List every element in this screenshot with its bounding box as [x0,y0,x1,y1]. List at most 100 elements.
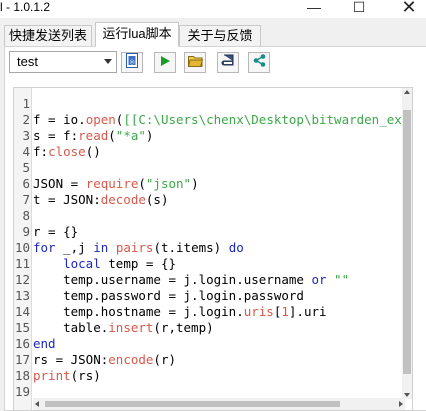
code-token: for [33,240,56,255]
code-token: uris [243,304,274,319]
code-line: for _,j in pairs(t.items) do [33,240,244,256]
line-number: 3 [22,128,30,143]
tab-run-lua-script[interactable]: 运行lua脚本 [95,22,179,47]
line-number: 5 [22,160,30,175]
play-icon [159,54,171,72]
code-token: temp.password = j.login.password [33,288,304,303]
line-number-gutter: 1 2 3 4 5 6 7 8 9 10 11 12 13 14 15 16 17 18 19 [14,88,32,410]
code-token: do [228,240,244,255]
code-line: t = JSON:decode(s) [33,192,168,208]
chevron-down-icon [104,59,112,64]
line-number: 11 [14,256,30,271]
window-title: l - 1.0.1.2 [0,0,51,14]
code-token: insert [108,320,154,335]
code-token: [[C:\Users\chenx\Desktop\bitwarden_ex [123,112,402,127]
line-number: 13 [14,288,30,303]
code-line: rs = JSON:encode(r) [33,352,176,368]
vertical-scrollbar[interactable] [402,88,412,399]
scroll-up-icon[interactable] [404,90,410,94]
title-bar: l - 1.0.1.2 — ☐ ✕ [0,0,426,18]
code-editor[interactable]: 1 2 3 4 5 6 7 8 9 10 11 12 13 14 15 16 17 18 19 f = io.ope… [13,87,413,411]
code-token: pairs [115,240,154,255]
line-number: 15 [14,320,30,335]
run-button[interactable] [154,52,176,73]
code-token: or [311,272,327,287]
code-token: in [93,240,109,255]
code-token: s = f: [33,128,79,143]
minimize-button[interactable]: — [300,0,328,16]
code-token: (r) [153,352,176,367]
code-token: (t.items) [153,240,229,255]
line-number: 4 [22,144,30,159]
tab-quick-send-list[interactable]: 快捷发送列表 [4,25,92,47]
docs-button[interactable] [217,52,239,73]
code-token: rs = JSON: [33,352,109,367]
code-token: temp = {} [100,256,177,271]
code-token: close [48,144,86,159]
code-token: temp.hostname = j.login. [33,304,244,319]
horizontal-scrollbar[interactable] [33,398,405,410]
code-line: temp.password = j.login.password [33,288,304,304]
code-token: f: [33,144,49,159]
code-token: JSON = [33,176,86,191]
vertical-scroll-thumb[interactable] [403,110,411,374]
line-number: 16 [14,336,30,351]
line-number: 6 [22,176,30,191]
code-token: ) [145,128,154,143]
code-token: ( [138,176,146,191]
code-line: s = f:read("*a") [33,128,153,144]
code-line: local temp = {} [33,256,176,272]
code-token: local [63,256,101,271]
scroll-left-icon[interactable] [35,401,39,407]
code-line: temp.hostname = j.login.uris[1].uri [33,304,326,320]
line-number: 17 [14,352,30,367]
code-token: 1 [281,304,289,319]
open-file-button[interactable] [184,52,206,73]
code-token: f = io. [33,112,86,127]
close-button[interactable]: ✕ [395,0,423,16]
line-number: 9 [22,224,30,239]
code-line: print(rs) [33,368,101,384]
code-token: t = JSON: [33,192,101,207]
code-line: f:close() [33,144,101,160]
line-number: 2 [22,112,30,127]
maximize-button[interactable]: ☐ [345,0,373,16]
code-token: encode [108,352,154,367]
scroll-right-icon[interactable] [399,401,403,407]
code-token: end [33,336,56,351]
code-token: r = {} [33,224,79,239]
code-token: decode [100,192,146,207]
line-number: 14 [14,304,30,319]
tab-about-feedback[interactable]: 关于与反馈 [179,25,261,47]
code-token: require [85,176,139,191]
code-line: JSON = require("json") [33,176,199,192]
script-icon: ◎ [125,52,139,73]
code-token: open [85,112,116,127]
code-token: print [33,368,71,383]
line-number: 19 [14,384,30,399]
code-line: end [33,336,56,352]
code-token: () [85,144,101,159]
svg-text:◎: ◎ [129,58,134,65]
main-window: 快捷发送列表 运行lua脚本 关于与反馈 test ◎ 1 2 3 4 5 6 … [0,18,426,411]
open-script-editor-button[interactable]: ◎ [121,52,143,73]
code-line: f = io.open([[C:\Users\chenx\Desktop\bit… [33,112,402,128]
code-token: (r,temp) [153,320,214,335]
code-area[interactable]: f = io.open ( [[C:\Users\chenx\Desktop\bit… [33,88,405,392]
code-line: temp.username = j.login.username or "" [33,272,349,288]
line-number: 1 [22,96,30,111]
code-token: ) [191,176,199,191]
code-token: read [78,128,109,143]
code-token: "*a" [115,128,146,143]
book-icon [221,54,235,72]
horizontal-scroll-thumb[interactable] [45,401,340,407]
scroll-down-icon[interactable] [404,393,410,397]
share-button[interactable] [248,52,270,73]
code-line: table.insert(r,temp) [33,320,214,336]
script-select[interactable]: test [9,51,117,73]
folder-icon [187,54,203,72]
code-token: table. [33,320,109,335]
